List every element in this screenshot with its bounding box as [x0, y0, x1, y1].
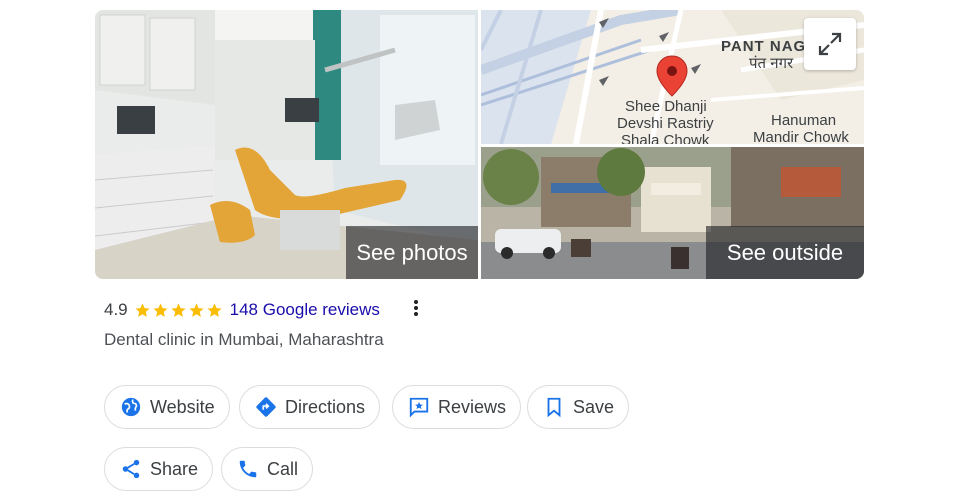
star-rating [134, 302, 224, 319]
map-label-landmark-line2: Devshi Rastriy [617, 115, 714, 132]
see-outside-button[interactable]: See outside [706, 226, 864, 279]
call-button[interactable]: Call [221, 447, 314, 491]
bookmark-icon [543, 396, 565, 418]
star-icon [135, 302, 150, 317]
more-vertical-icon [414, 300, 418, 316]
globe-icon [120, 396, 142, 418]
save-button[interactable]: Save [527, 385, 630, 429]
reviews-count-link[interactable]: 148 Google reviews [230, 300, 380, 320]
directions-button[interactable]: Directions [239, 385, 381, 429]
star-icon [153, 302, 168, 317]
share-button[interactable]: Share [104, 447, 214, 491]
business-category: Dental clinic in Mumbai, Maharashtra [104, 330, 384, 349]
more-options-button[interactable] [408, 296, 424, 320]
expand-map-button[interactable] [804, 18, 856, 70]
see-outside-label: See outside [726, 239, 844, 265]
expand-icon [818, 32, 842, 56]
clinic-interior-photo[interactable]: See photos [95, 10, 478, 279]
directions-label: Directions [285, 396, 366, 417]
website-label: Website [150, 396, 215, 417]
location-pin-icon [656, 55, 688, 97]
directions-icon [255, 396, 277, 418]
reviews-button[interactable]: Reviews [392, 385, 522, 429]
street-view-photo[interactable]: See outside [481, 147, 864, 279]
star-icon [171, 302, 186, 317]
map-label-pant-nagar-local: पंत नगर [749, 55, 794, 72]
rating-row: 4.9 148 Google reviews [104, 298, 380, 322]
map-label-hanuman-line2: Mandir Chowk [753, 129, 849, 144]
website-button[interactable]: Website [104, 385, 230, 429]
reviews-label: Reviews [438, 396, 507, 417]
call-label: Call [267, 458, 299, 479]
map-label-landmark-line1: Shee Dhanji [625, 98, 707, 115]
share-icon [120, 458, 142, 480]
star-icon [207, 302, 222, 317]
star-icon [189, 302, 204, 317]
map-preview[interactable]: PANT NAGAR पंत नगर Shee Dhanji Devshi Ra… [481, 10, 864, 144]
share-label: Share [150, 458, 199, 479]
rating-value: 4.9 [104, 300, 128, 319]
see-photos-button[interactable]: See photos [346, 226, 478, 279]
phone-icon [237, 458, 259, 480]
map-label-landmark-line3: Shala Chowk [621, 132, 710, 144]
map-label-hanuman-line1: Hanuman [771, 112, 837, 129]
see-photos-label: See photos [356, 239, 468, 265]
save-label: Save [573, 396, 615, 417]
review-icon [408, 396, 430, 418]
